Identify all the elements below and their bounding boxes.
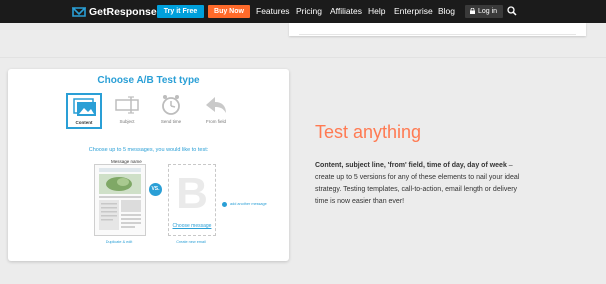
duplicate-edit-link[interactable]: Duplicate & edit [94, 240, 144, 244]
nav-link-features[interactable]: Features [256, 6, 290, 16]
nav-link-pricing[interactable]: Pricing [296, 6, 322, 16]
vs-badge: VS. [149, 183, 162, 196]
image-icon [73, 98, 96, 116]
nav-link-help[interactable]: Help [368, 6, 385, 16]
clock-icon [162, 95, 180, 115]
add-message-icon[interactable] [222, 202, 227, 207]
login-label: Log in [478, 8, 498, 15]
type-from-field-label: From field [205, 119, 226, 124]
reply-arrow-icon [206, 97, 226, 113]
buy-now-button[interactable]: Buy Now [208, 5, 250, 18]
nav-link-affiliates[interactable]: Affiliates [330, 6, 362, 16]
type-subject-label: Subject [119, 119, 135, 124]
logo-text: GetResponse [89, 5, 157, 18]
ab-test-panel: Choose A/B Test type Content Subject Sen… [8, 69, 289, 261]
b-placeholder-letter: B [176, 169, 208, 218]
nav-link-enterprise[interactable]: Enterprise [394, 6, 433, 16]
getresponse-logo[interactable]: GetResponse [72, 5, 157, 18]
lock-icon [470, 8, 475, 14]
instruction-text: Choose up to 5 messages, you would like … [88, 147, 209, 153]
type-content-label: Content [75, 120, 93, 125]
login-button[interactable]: Log in [465, 5, 503, 18]
envelope-logo-icon [72, 7, 86, 17]
subject-field-icon [115, 96, 139, 114]
card-divider [299, 34, 576, 35]
panel-title: Choose A/B Test type [97, 75, 200, 86]
search-icon[interactable] [507, 6, 517, 16]
choose-message-link[interactable]: Choose message [169, 223, 215, 229]
type-send-time[interactable]: Send time [155, 94, 187, 124]
add-another-message-link[interactable]: add another message [230, 202, 267, 206]
try-free-button[interactable]: Try it Free [157, 5, 204, 18]
feature-description-bold: Content, subject line, 'from' field, tim… [315, 162, 507, 169]
previous-section-card [289, 23, 586, 36]
feature-description: Content, subject line, 'from' field, tim… [315, 160, 530, 208]
create-new-email-link[interactable]: Create new email [168, 240, 214, 244]
message-b-slot[interactable]: B Choose message [168, 164, 216, 236]
type-content[interactable]: Content [66, 93, 102, 129]
feature-headline: Test anything [315, 122, 422, 142]
section-divider [0, 57, 606, 58]
type-send-time-label: Send time [160, 119, 182, 124]
type-from-field[interactable]: From field [200, 94, 232, 124]
message-a-thumbnail[interactable] [94, 164, 146, 236]
nav-link-blog[interactable]: Blog [438, 6, 455, 16]
email-preview-image [99, 168, 141, 230]
top-navigation: GetResponse Try it Free Buy Now Features… [0, 0, 606, 23]
type-subject[interactable]: Subject [111, 94, 143, 124]
